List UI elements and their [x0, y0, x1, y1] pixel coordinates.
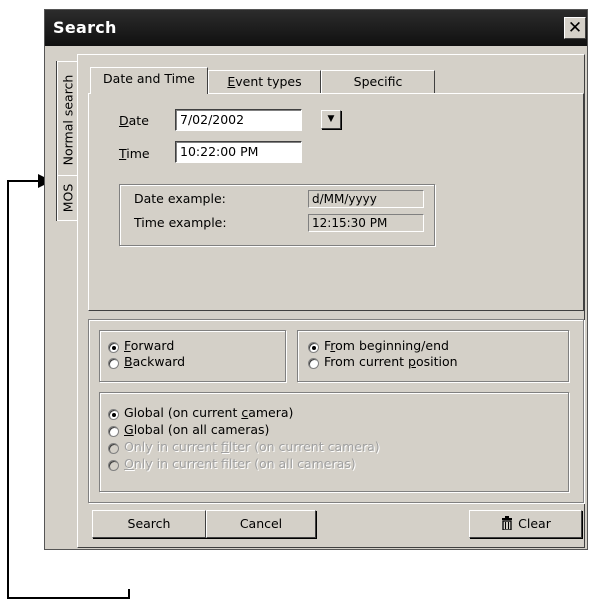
tab-label: Specific	[353, 74, 403, 89]
global-all-cameras-radio[interactable]	[108, 426, 119, 437]
date-field[interactable]: 7/02/2002	[175, 109, 302, 131]
from-beginning-radio[interactable]	[308, 342, 319, 353]
filter-all-cameras-label: Only in current filter (on all cameras)	[124, 456, 356, 471]
side-tab-label: MOS	[60, 183, 75, 213]
tab-label: Date and Time	[103, 71, 195, 86]
main-panel: Date and Time Event types Specific Date …	[77, 54, 585, 548]
side-tab-mos[interactable]: MOS	[57, 175, 77, 221]
forward-radio[interactable]	[108, 342, 119, 353]
search-dialog: Search ✕ Normal search MOS Date and Time…	[44, 9, 588, 550]
side-tab-normal-search[interactable]: Normal search	[57, 61, 77, 179]
global-all-cameras-label: Global (on all cameras)	[124, 422, 270, 437]
options-panel: Forward Backward From beginning/end From…	[88, 319, 584, 503]
scope-group: Global (on current camera) Global (on al…	[99, 392, 569, 492]
tab-label: Event types	[227, 74, 302, 89]
from-beginning-radio-label: From beginning/end	[324, 338, 449, 353]
connector-line-bottom	[7, 597, 130, 599]
forward-radio-label: Forward	[124, 338, 175, 353]
tab-specific[interactable]: Specific	[321, 70, 435, 94]
close-icon: ✕	[567, 18, 583, 38]
clear-button[interactable]: Clear	[469, 510, 582, 538]
examples-box: Date example: d/MM/yyyy Time example: 12…	[119, 184, 435, 246]
side-tab-label: Normal search	[60, 74, 75, 166]
time-field[interactable]: 10:22:00 PM	[175, 141, 302, 163]
connector-line-bottom-tick	[128, 589, 130, 599]
search-button[interactable]: Search	[92, 510, 206, 538]
trash-icon	[502, 516, 513, 531]
date-example-value: d/MM/yyyy	[308, 190, 424, 208]
global-current-camera-radio[interactable]	[108, 409, 119, 420]
title-bar: Search ✕	[45, 10, 587, 46]
time-label: Time	[119, 146, 150, 161]
tab-event-types[interactable]: Event types	[208, 70, 321, 94]
direction-group: Forward Backward	[99, 330, 286, 382]
backward-radio[interactable]	[108, 358, 119, 369]
cancel-button[interactable]: Cancel	[206, 510, 316, 538]
filter-current-camera-label: Only in current filter (on current camer…	[124, 439, 380, 454]
close-button[interactable]: ✕	[564, 17, 586, 39]
time-example-value: 12:15:30 PM	[308, 214, 424, 232]
time-example-label: Time example:	[134, 215, 227, 230]
date-label: Date	[119, 113, 149, 128]
start-position-group: From beginning/end From current position	[297, 330, 569, 382]
from-current-position-radio-label: From current position	[324, 354, 458, 369]
connector-line-vertical	[7, 180, 9, 599]
clear-button-label: Clear	[518, 516, 551, 531]
date-time-tab-page: Date 7/02/2002 ▼ Time 10:22:00 PM Date e…	[88, 93, 584, 311]
filter-all-cameras-radio	[108, 460, 119, 471]
tab-date-and-time[interactable]: Date and Time	[90, 67, 208, 94]
backward-radio-label: Backward	[124, 354, 186, 369]
date-example-label: Date example:	[134, 191, 226, 206]
from-current-position-radio[interactable]	[308, 358, 319, 369]
window-title: Search	[53, 18, 117, 37]
filter-current-camera-radio	[108, 443, 119, 454]
chevron-down-icon: ▼	[327, 114, 335, 124]
global-current-camera-label: Global (on current camera)	[124, 405, 294, 420]
date-dropdown-button[interactable]: ▼	[321, 110, 341, 129]
